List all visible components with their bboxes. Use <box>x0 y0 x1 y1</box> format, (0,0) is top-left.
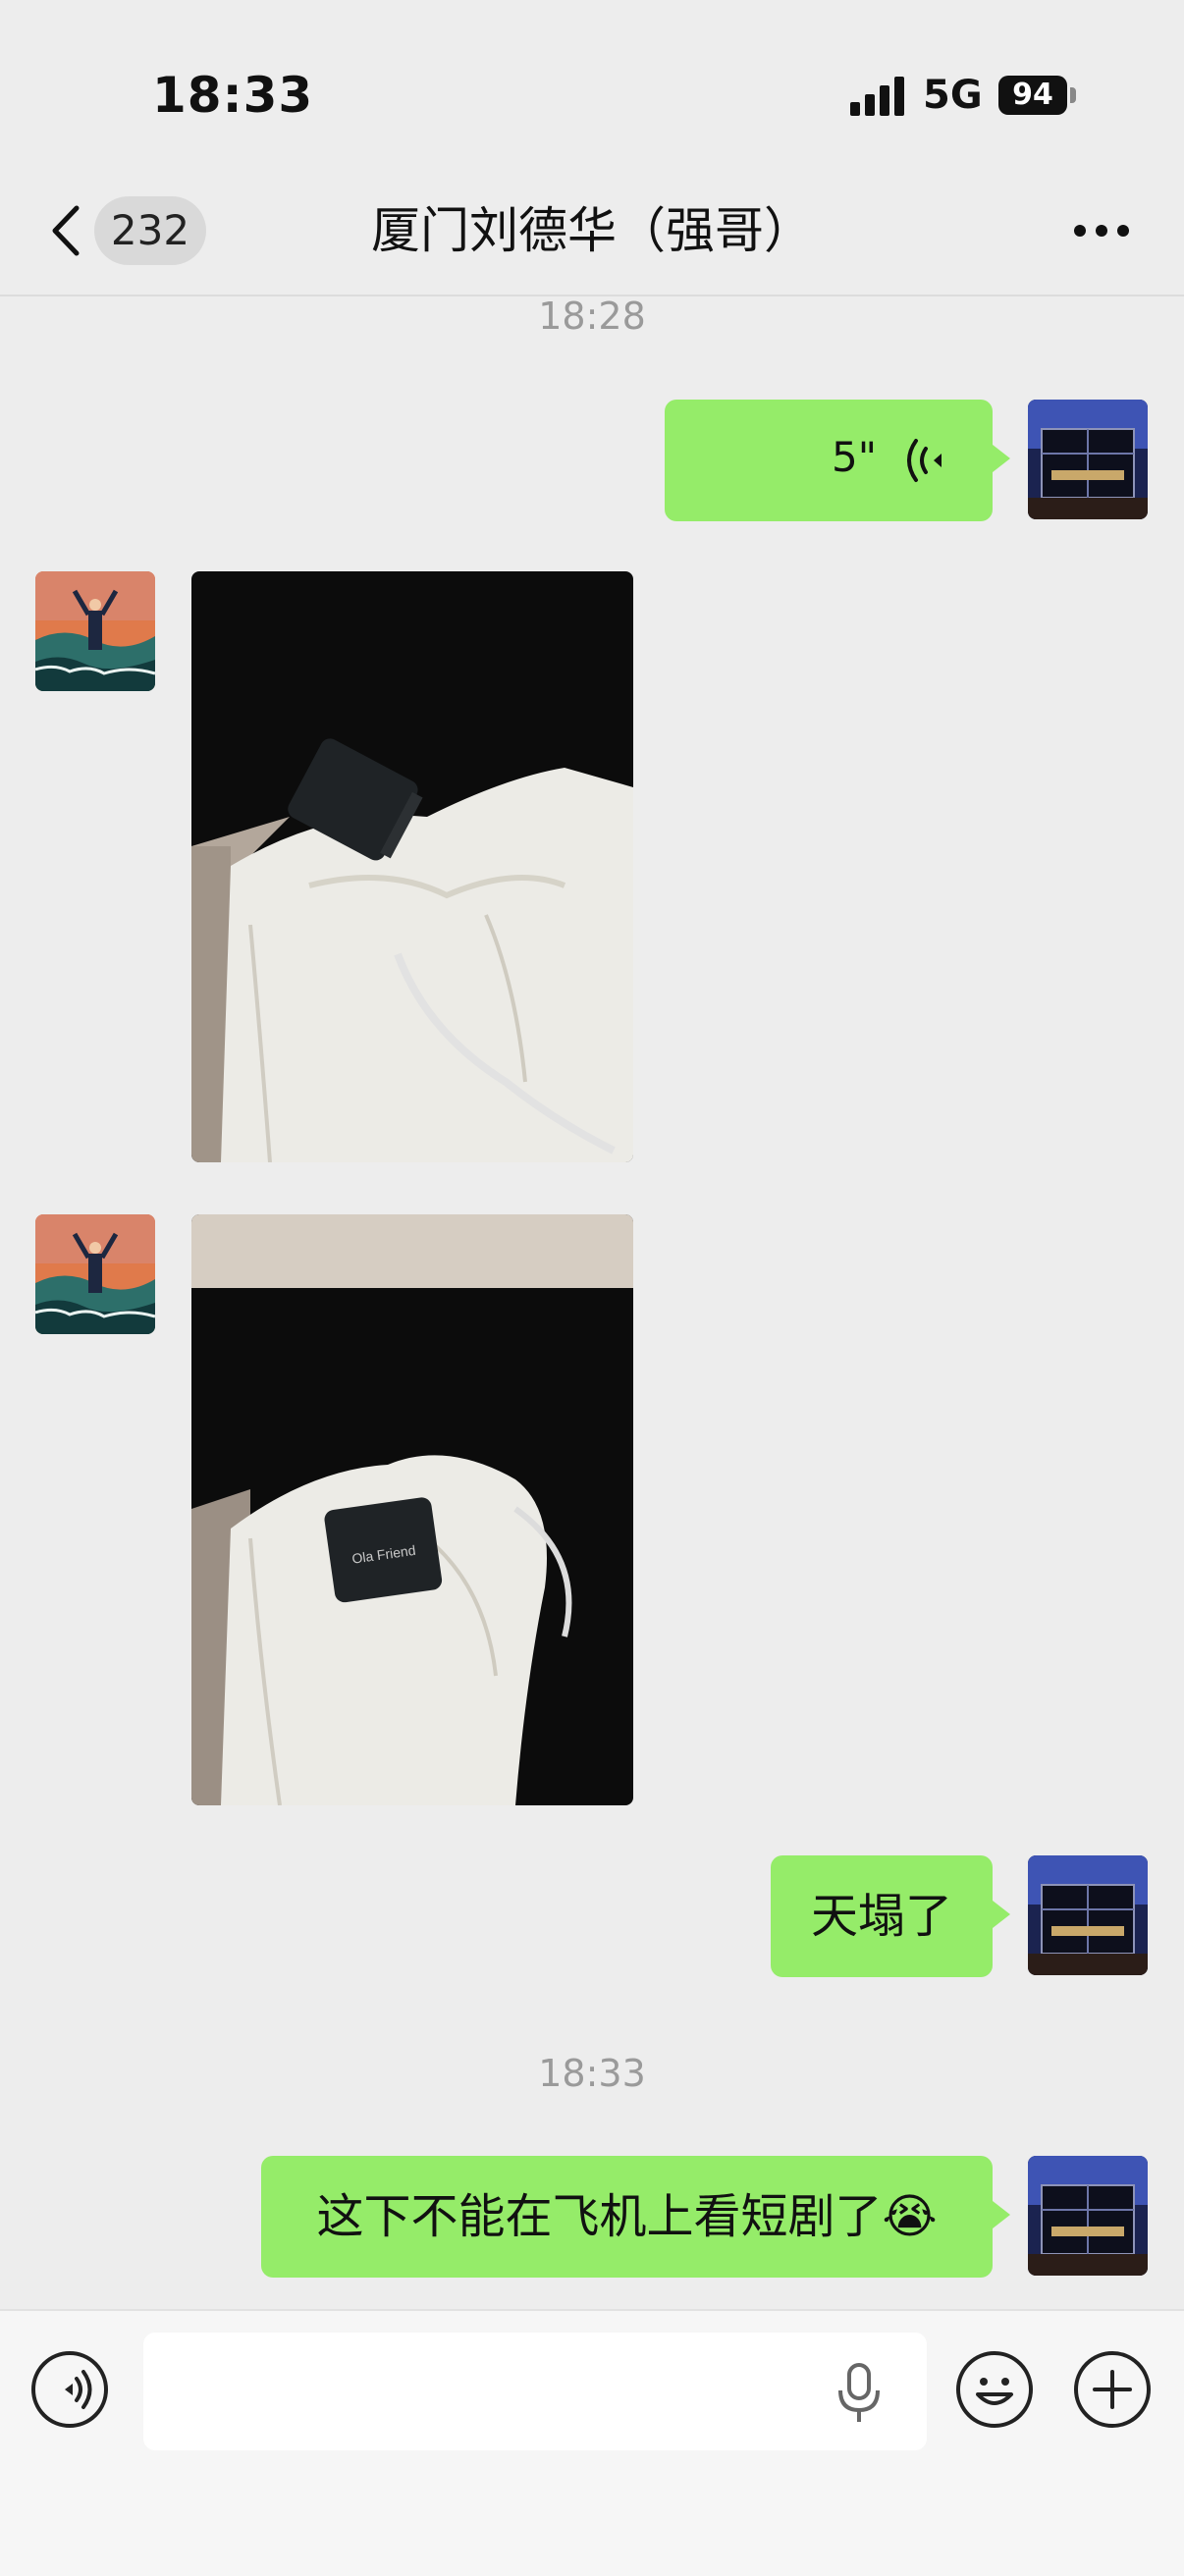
my-avatar[interactable] <box>1028 1855 1148 1975</box>
status-time: 18:33 <box>152 67 314 124</box>
mic-icon[interactable] <box>834 2361 884 2424</box>
received-photo-1[interactable] <box>191 571 633 1162</box>
chevron-left-icon[interactable] <box>39 196 98 265</box>
voice-toggle-icon[interactable] <box>31 2351 108 2428</box>
message-text: 天塌了 <box>810 1889 952 1944</box>
message-timestamp: 18:33 <box>538 2052 646 2095</box>
outgoing-text-bubble[interactable]: 这下不能在飞机上看短剧了😭 <box>261 2156 1010 2278</box>
unread-count-badge[interactable]: 232 <box>94 196 206 265</box>
contact-avatar[interactable] <box>35 571 155 691</box>
my-avatar[interactable] <box>1028 400 1148 519</box>
plus-icon[interactable] <box>1074 2351 1151 2428</box>
outgoing-text-bubble[interactable]: 天塌了 <box>771 1855 1010 1977</box>
message-text: 这下不能在飞机上看短剧了😭 <box>316 2189 938 2244</box>
voice-duration: 5" <box>832 433 878 481</box>
voice-message-bubble[interactable]: 5" <box>665 400 1010 521</box>
emoji-icon[interactable] <box>956 2351 1033 2428</box>
voice-wave-icon <box>907 439 942 482</box>
battery-icon: 94 <box>998 76 1067 115</box>
signal-icon <box>850 77 904 116</box>
my-avatar[interactable] <box>1028 2156 1148 2276</box>
battery-nub <box>1070 87 1076 103</box>
message-timestamp: 18:28 <box>538 295 646 338</box>
contact-avatar[interactable] <box>35 1214 155 1334</box>
message-input[interactable] <box>143 2333 927 2450</box>
received-photo-2[interactable]: Ola Friend <box>191 1214 633 1805</box>
more-icon[interactable] <box>1062 201 1141 260</box>
network-label: 5G <box>923 73 983 118</box>
chat-title: 厦门刘德华（强哥） <box>371 202 813 259</box>
